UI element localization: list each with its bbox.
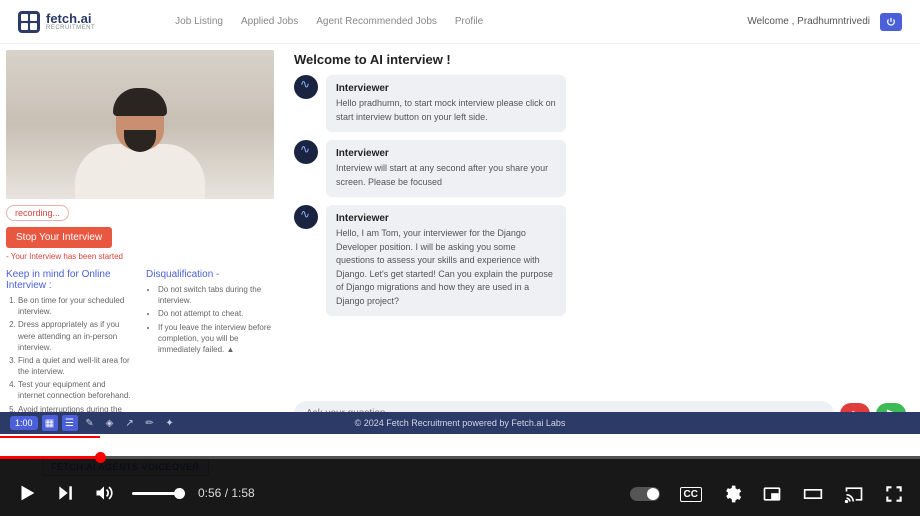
nav-job-listing[interactable]: Job Listing [175,16,223,27]
power-icon [886,17,896,27]
top-right: Welcome , Pradhumntrivedi [747,13,902,31]
message-sender: Interviewer [336,213,556,224]
nav-applied-jobs[interactable]: Applied Jobs [241,16,298,27]
disq-item: If you leave the interview before comple… [158,322,274,356]
volume-slider[interactable] [132,492,180,495]
toolbar-icon[interactable]: ☰ [62,415,78,431]
cast-button[interactable] [844,484,864,504]
message-text: Interview will start at any second after… [336,162,556,189]
toolbar-icon[interactable]: ✦ [162,415,178,431]
gear-icon [722,484,742,504]
disqualification-column: Disqualification - Do not switch tabs du… [146,269,274,428]
disq-item: Do not switch tabs during the interview. [158,284,274,306]
timeline-indicator [0,436,100,438]
disq-title: Disqualification - [146,269,274,280]
app-footer: 1:00 ▦ ☰ ✎ ◈ ↗ ✏ ✦ © 2024 Fetch Recruitm… [0,412,920,434]
volume-button[interactable] [94,483,114,503]
tip-item: Dress appropriately as if you were atten… [18,319,134,353]
message-sender: Interviewer [336,83,556,94]
disq-item: Do not attempt to cheat. [158,308,274,319]
message-sender: Interviewer [336,148,556,159]
miniplayer-button[interactable] [762,484,782,504]
toolbar-icons: ▦ ☰ ✎ ◈ ↗ ✏ ✦ [42,415,178,431]
youtube-controls: 0:56 / 1:58 CC [0,456,920,516]
next-icon [56,483,76,503]
welcome-text: Welcome , Pradhumntrivedi [747,16,870,27]
message-text: Hello pradhumn, to start mock interview … [336,97,556,124]
settings-button[interactable] [722,484,742,504]
fullscreen-icon [884,484,904,504]
cast-icon [844,484,864,504]
interview-started-note: - Your Interview has been started [6,252,274,261]
progress-fill [0,456,101,459]
app-window: fetch.ai RECRUITMENT Job Listing Applied… [0,0,920,456]
cc-button[interactable]: CC [680,487,702,502]
message-item: Interviewer Hello, I am Tom, your interv… [294,205,906,316]
logo[interactable]: fetch.ai RECRUITMENT [18,11,95,33]
message-text: Hello, I am Tom, your interviewer for th… [336,227,556,308]
logo-icon [18,11,40,33]
toolbar-icon[interactable]: ▦ [42,415,58,431]
volume-icon [94,483,114,503]
time-display: 0:56 / 1:58 [198,486,255,500]
logout-button[interactable] [880,13,902,31]
interviewer-avatar [294,205,318,229]
autoplay-toggle[interactable] [630,487,660,501]
tip-item: Test your equipment and internet connect… [18,379,134,401]
nav-profile[interactable]: Profile [455,16,483,27]
chat-panel: Welcome to AI interview ! Interviewer He… [280,44,920,434]
tips-row: Keep in mind for Online Interview : Be o… [6,269,274,428]
chat-title: Welcome to AI interview ! [294,52,906,67]
progress-bar[interactable] [0,456,920,459]
message-item: Interviewer Interview will start at any … [294,140,906,197]
message-item: Interviewer Hello pradhumn, to start moc… [294,75,906,132]
toolbar-icon[interactable]: ◈ [102,415,118,431]
stop-interview-button[interactable]: Stop Your Interview [6,227,112,248]
webcam-video [6,50,274,199]
tips-column: Keep in mind for Online Interview : Be o… [6,269,134,428]
logo-subtext: RECRUITMENT [46,25,95,31]
person-silhouette [75,92,205,199]
play-icon [16,482,38,504]
toolbar-icon[interactable]: ✎ [82,415,98,431]
nav-links: Job Listing Applied Jobs Agent Recommend… [175,16,483,27]
timer-pill: 1:00 [10,416,38,430]
next-button[interactable] [56,483,76,503]
nav-recommended[interactable]: Agent Recommended Jobs [316,16,437,27]
footer-copyright: © 2024 Fetch Recruitment powered by Fetc… [355,418,566,428]
theater-button[interactable] [802,484,824,504]
toolbar-icon[interactable]: ✏ [142,415,158,431]
fullscreen-button[interactable] [884,484,904,504]
interviewer-avatar [294,140,318,164]
messages-list[interactable]: Interviewer Hello pradhumn, to start moc… [294,75,906,393]
toolbar-icon[interactable]: ↗ [122,415,138,431]
tip-item: Find a quiet and well-lit area for the i… [18,355,134,377]
left-panel: recording... Stop Your Interview - Your … [0,44,280,434]
play-button[interactable] [16,482,38,504]
logo-text: fetch.ai [46,12,95,25]
tips-title: Keep in mind for Online Interview : [6,269,134,291]
main-body: recording... Stop Your Interview - Your … [0,44,920,434]
miniplayer-icon [762,484,782,504]
theater-icon [802,484,824,504]
tip-item: Be on time for your scheduled interview. [18,295,134,317]
interviewer-avatar [294,75,318,99]
recording-badge: recording... [6,205,69,221]
top-navbar: fetch.ai RECRUITMENT Job Listing Applied… [0,0,920,44]
